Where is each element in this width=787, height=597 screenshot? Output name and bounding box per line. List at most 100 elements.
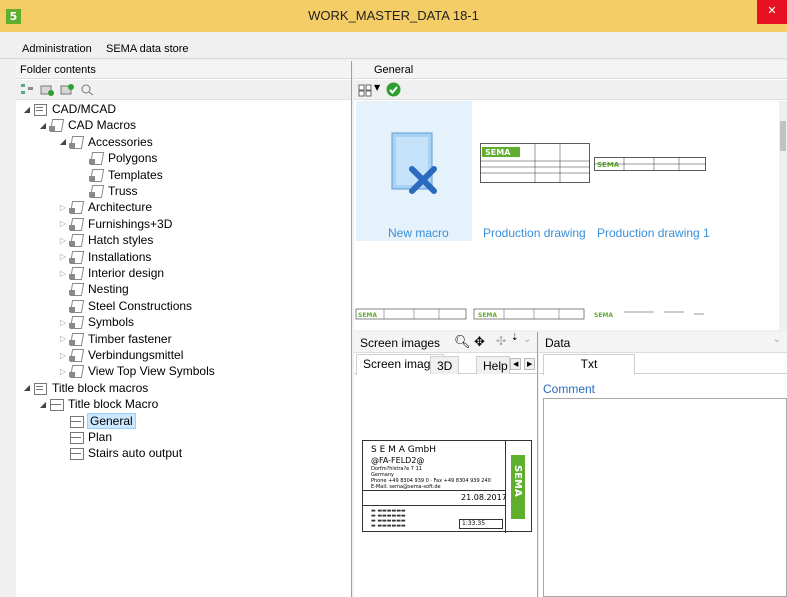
tree-item[interactable]: ▷ Hatch styles — [58, 232, 153, 248]
menu-sema-data-store[interactable]: SEMA data store — [106, 43, 189, 55]
tree-item[interactable]: Templates — [78, 167, 163, 183]
expand-open-icon[interactable]: ◢ — [58, 137, 68, 146]
production-drawing-tile[interactable]: SEMA Production drawing — [476, 101, 594, 241]
tree-item[interactable]: ▷ Furnishings+3D — [58, 216, 172, 232]
expand-open-icon[interactable]: ◢ — [22, 105, 32, 114]
svg-text:SEMA: SEMA — [358, 312, 377, 319]
tree-item-label: CAD Macros — [68, 118, 137, 133]
tree-item[interactable]: Polygons — [78, 150, 157, 166]
expand-closed-icon[interactable]: ▷ — [58, 269, 68, 278]
panel-title: Screen images — [360, 336, 441, 350]
macro-folder-icon — [68, 315, 84, 329]
check-icon[interactable] — [386, 82, 401, 97]
gallery-item-label: Production drawing 1 — [597, 226, 710, 240]
production-drawing-1-tile[interactable]: SEMA Production drawing 1 — [594, 101, 710, 241]
macro-folder-icon — [68, 332, 84, 346]
tree-item-label: Nesting — [88, 282, 129, 297]
tree-item[interactable]: ▷ Architecture — [58, 199, 152, 215]
expand-closed-icon[interactable]: ▷ — [58, 318, 68, 327]
svg-text:SEMA: SEMA — [597, 161, 620, 169]
menu-bar: Administration SEMA data store — [0, 40, 787, 59]
gallery-toolbar: ▼ — [354, 80, 787, 100]
tree-item-label: Accessories — [88, 134, 153, 149]
tree-item-label: Steel Constructions — [88, 298, 193, 313]
tab-3d[interactable]: 3D — [430, 356, 460, 374]
comment-textarea[interactable] — [543, 398, 787, 597]
tree-item[interactable]: General — [58, 412, 136, 429]
close-button[interactable]: ✕ — [757, 0, 787, 24]
svg-text:SEMA: SEMA — [594, 312, 613, 319]
panel-title: Folder contents — [16, 61, 351, 79]
tree-item-label: View Top View Symbols — [88, 364, 215, 379]
tree-item[interactable]: Truss — [78, 183, 138, 199]
menu-administration[interactable]: Administration — [22, 43, 92, 55]
tree-item[interactable]: ◢ CAD/MCAD — [22, 101, 116, 117]
tree-item[interactable]: ◢ Title block Macro — [38, 396, 158, 412]
macro-gallery: New macro SEMA Production drawing SEMA P… — [354, 101, 780, 330]
tree-item[interactable]: ◢ Accessories — [58, 134, 153, 150]
panel-title: General — [354, 61, 787, 79]
expand-closed-icon[interactable]: ▷ — [58, 351, 68, 360]
screen-images-panel: Screen images 🔍︎ ✥ ✣ ⇣ ⌄ Screen image 3D… — [354, 332, 538, 597]
expand-closed-icon[interactable]: ▷ — [58, 219, 68, 228]
grid-view-icon[interactable] — [358, 84, 372, 97]
tree-item-label: Title block macros — [52, 380, 149, 395]
folder-icon — [32, 381, 48, 395]
expand-open-icon[interactable]: ◢ — [22, 383, 32, 392]
macro-folder-icon — [48, 118, 64, 132]
fit-icon[interactable]: ✣ — [496, 334, 506, 348]
expand-closed-icon[interactable]: ▷ — [58, 236, 68, 245]
panel-header: Data ⌄ — [539, 332, 787, 353]
tab-scroll-right-icon[interactable]: ▶ — [524, 358, 536, 370]
tree-item[interactable]: Steel Constructions — [58, 298, 192, 314]
collapse-icon[interactable]: ⌄ — [523, 334, 531, 345]
macro-folder-icon — [68, 217, 84, 231]
comment-label: Comment — [543, 382, 596, 396]
pan-icon[interactable]: ✥ — [474, 334, 485, 350]
chevron-down-icon[interactable]: ▼ — [374, 83, 380, 92]
tab-scroll-left-icon[interactable]: ◀ — [510, 358, 522, 370]
folder-icon — [32, 102, 48, 116]
preview-field: @FA-FELD2@ — [371, 456, 425, 465]
expand-closed-icon[interactable]: ▷ — [58, 203, 68, 212]
macro-folder-icon — [68, 250, 84, 264]
tree-item[interactable]: ◢ CAD Macros — [38, 117, 136, 133]
tree-item-label: Truss — [108, 184, 138, 198]
title-block-icon — [48, 397, 64, 412]
menu-arrow-icon[interactable]: ⇣ — [511, 332, 519, 343]
window-title: WORK_MASTER_DATA 18-1 — [308, 8, 479, 23]
title-block-thumbnail: SEMA — [480, 143, 590, 183]
tree-item[interactable]: Nesting — [58, 281, 129, 297]
sema-logo: SEMA — [511, 455, 525, 519]
tree-item[interactable]: ▷ Timber fastener — [58, 331, 172, 347]
tree-item[interactable]: ▷ Installations — [58, 249, 151, 265]
expand-open-icon[interactable]: ◢ — [38, 400, 48, 409]
add-item-icon[interactable] — [60, 83, 74, 96]
gallery-scrollbar[interactable] — [779, 101, 787, 330]
new-macro-tile[interactable]: New macro — [356, 101, 472, 241]
tab-txt[interactable]: Txt — [543, 354, 635, 375]
expand-open-icon[interactable]: ◢ — [38, 121, 48, 130]
preview-scale: 1:33.35 — [459, 519, 503, 529]
tab-help[interactable]: Help — [476, 356, 510, 374]
tree-item[interactable]: ▷ Symbols — [58, 314, 134, 330]
tree-item[interactable]: ▷ Verbindungsmittel — [58, 347, 183, 363]
filter-icon[interactable] — [80, 83, 94, 96]
expand-closed-icon[interactable]: ▷ — [58, 334, 68, 343]
expand-closed-icon[interactable]: ▷ — [58, 252, 68, 261]
tree-item[interactable]: Stairs auto output — [58, 445, 182, 461]
add-folder-icon[interactable] — [40, 83, 54, 96]
zoom-icon[interactable]: 🔍︎ — [454, 334, 471, 350]
expand-closed-icon[interactable]: ▷ — [58, 367, 68, 376]
tree-item[interactable]: ◢ Title block macros — [22, 380, 148, 396]
title-bar: 5 WORK_MASTER_DATA 18-1 ✕ — [0, 0, 787, 32]
panel-header: Screen images 🔍︎ ✥ ✣ ⇣ ⌄ — [354, 332, 537, 353]
tree-item-label: Stairs auto output — [88, 446, 183, 461]
tree-item[interactable]: Plan — [58, 429, 112, 445]
tree-item[interactable]: ▷ View Top View Symbols — [58, 363, 215, 379]
tree-item[interactable]: ▷ Interior design — [58, 265, 164, 281]
collapse-icon[interactable]: ⌄ — [773, 334, 781, 345]
screen-image-tabs: Screen image 3D Help ◀ ▶ — [354, 354, 537, 375]
tree-item-label: Templates — [108, 167, 163, 182]
tree-view-icon[interactable] — [20, 83, 34, 96]
